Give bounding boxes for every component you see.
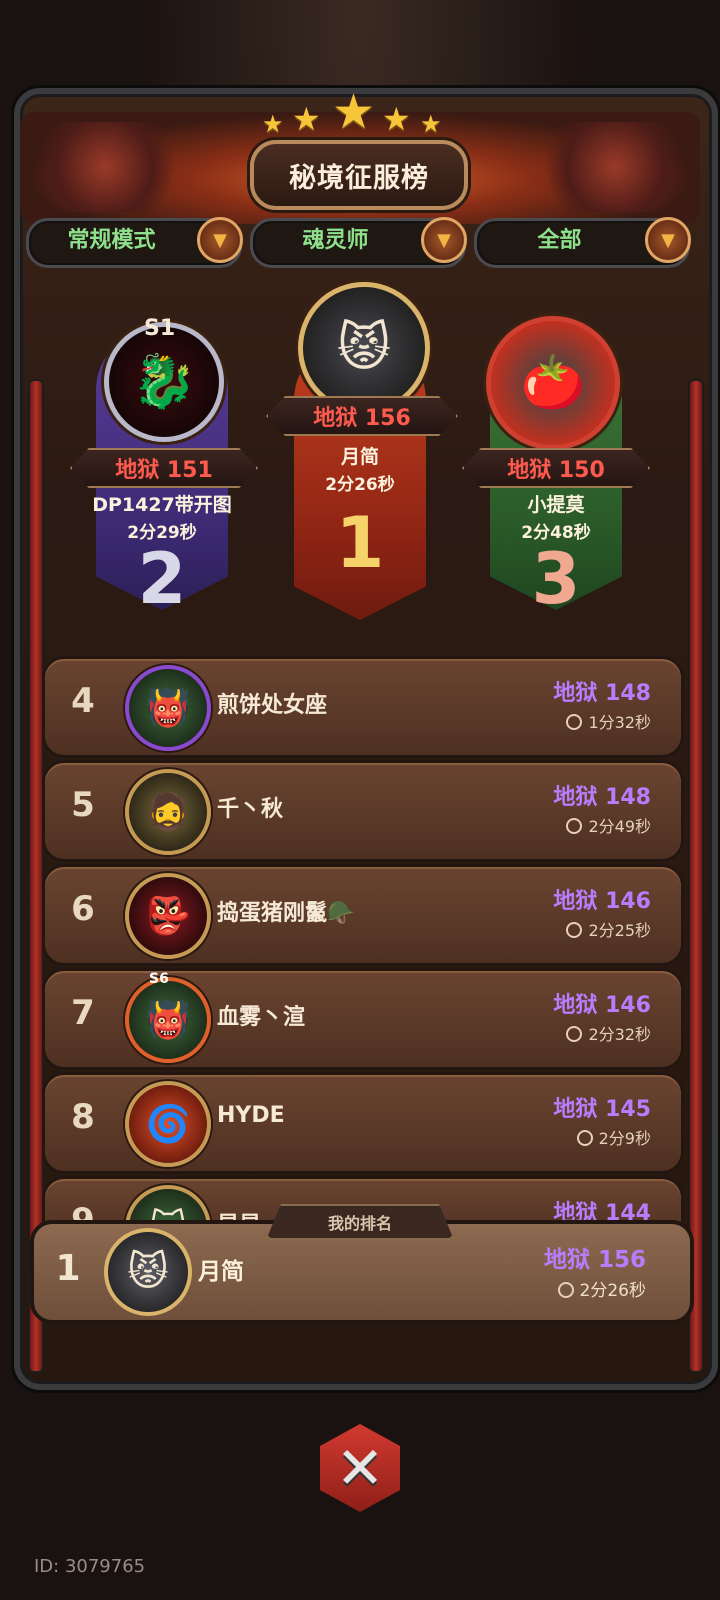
hell-level: 地狱 146 [553, 889, 651, 914]
clear-time: 2分26秒 [557, 1276, 646, 1301]
close-button[interactable]: ✕ [312, 1420, 408, 1516]
player-name: 煎饼处女座 [217, 693, 328, 718]
rank-number: 1 [55, 1248, 81, 1289]
rank-number: 6 [71, 889, 95, 929]
list-item[interactable]: 8 🌀 HYDE 地狱 145 2分9秒 [42, 1072, 684, 1174]
tomato-icon: 🍅 [520, 353, 586, 413]
clock-icon [576, 1130, 593, 1146]
rating-stars: ★ ★ ★ ★ ★ [262, 84, 450, 140]
clear-time: 2分32秒 [566, 1021, 651, 1045]
player-name: 千丶秋 [217, 797, 284, 822]
page-title-text: 秘境征服榜 [289, 162, 429, 194]
list-item[interactable]: 7 👹 S6 血雾丶渲 地狱 146 2分32秒 [42, 968, 684, 1070]
clock-icon [557, 1282, 574, 1298]
right-rail [688, 379, 704, 1373]
podium-level: 地狱 150 [462, 448, 650, 488]
mode-filter-label: 常规模式 [67, 228, 156, 253]
scope-filter-dropdown[interactable]: 全部 ▼ [474, 217, 691, 268]
avatar[interactable]: 🌀 [125, 1081, 211, 1167]
close-icon: ✕ [335, 1434, 385, 1502]
cat-face-icon: 😾 [336, 318, 392, 378]
rank-number: 5 [71, 785, 95, 825]
player-name: 捣蛋猪刚鬣🪖 [217, 901, 355, 926]
scope-filter-label: 全部 [537, 228, 582, 253]
hell-level: 地狱 145 [553, 1097, 651, 1122]
hell-level: 地狱 156 [543, 1247, 646, 1273]
avatar[interactable]: 👹 [125, 977, 211, 1063]
star-icon: ★ [332, 84, 376, 140]
season-badge: S6 [149, 971, 169, 987]
player-name: HYDE [217, 1103, 285, 1128]
star-icon: ★ [382, 100, 411, 138]
star-icon: ★ [262, 110, 284, 138]
clock-icon [566, 714, 583, 730]
clock-icon [566, 922, 583, 938]
podium-time: 2分26秒 [325, 475, 395, 495]
list-item[interactable]: 4 👹 煎饼处女座 地狱 148 1分32秒 [42, 656, 684, 758]
rank-number: 8 [71, 1097, 95, 1137]
chevron-down-icon[interactable]: ▼ [421, 217, 467, 263]
season-badge: S1 [144, 316, 176, 341]
avatar[interactable]: 🍅 [486, 316, 620, 450]
page-title: 秘境征服榜 [250, 140, 468, 210]
podium-name: 月简 [340, 446, 379, 468]
podium-level: 地狱 151 [70, 448, 258, 488]
podium-name: 小提莫 [527, 494, 585, 516]
class-filter-dropdown[interactable]: 魂灵师 ▼ [250, 217, 467, 268]
player-name: 血雾丶渲 [217, 1005, 306, 1030]
player-name: 月简 [198, 1259, 244, 1285]
star-icon: ★ [420, 110, 442, 138]
chevron-down-icon[interactable]: ▼ [645, 217, 691, 263]
hell-level: 地狱 148 [553, 785, 651, 810]
list-item[interactable]: 6 👺 捣蛋猪刚鬣🪖 地狱 146 2分25秒 [42, 864, 684, 966]
avatar[interactable]: 👹 [125, 665, 211, 751]
clock-icon [566, 818, 583, 834]
class-filter-label: 魂灵师 [302, 228, 369, 253]
list-item[interactable]: 5 🧔 千丶秋 地狱 148 2分49秒 [42, 760, 684, 862]
avatar[interactable]: 🧔 [125, 769, 211, 855]
clear-time: 2分25秒 [566, 917, 651, 941]
my-rank-tab: 我的排名 [266, 1204, 454, 1240]
clear-time: 2分9秒 [576, 1125, 651, 1149]
rank-number: 7 [71, 993, 95, 1033]
podium-rank-number: 3 [531, 538, 581, 620]
podium-level: 地狱 156 [266, 396, 458, 436]
clock-icon [566, 1026, 583, 1042]
podium-rank-number: 2 [137, 538, 187, 620]
podium-name: DP1427带开图 [92, 494, 232, 516]
avatar[interactable]: 😾 [298, 282, 430, 414]
user-id: ID: 3079765 [34, 1556, 146, 1577]
star-icon: ★ [292, 100, 321, 138]
podium-rank-number: 1 [335, 502, 385, 584]
clear-time: 2分49秒 [566, 813, 651, 837]
mode-filter-dropdown[interactable]: 常规模式 ▼ [26, 217, 243, 268]
chevron-down-icon[interactable]: ▼ [197, 217, 243, 263]
avatar[interactable]: 😾 [104, 1228, 192, 1316]
rank-number: 4 [71, 681, 95, 721]
hell-level: 地狱 146 [553, 993, 651, 1018]
clear-time: 1分32秒 [566, 709, 651, 733]
hell-level: 地狱 148 [553, 681, 651, 706]
dragon-icon: 🐉 [131, 352, 197, 412]
avatar[interactable]: 👺 [125, 873, 211, 959]
